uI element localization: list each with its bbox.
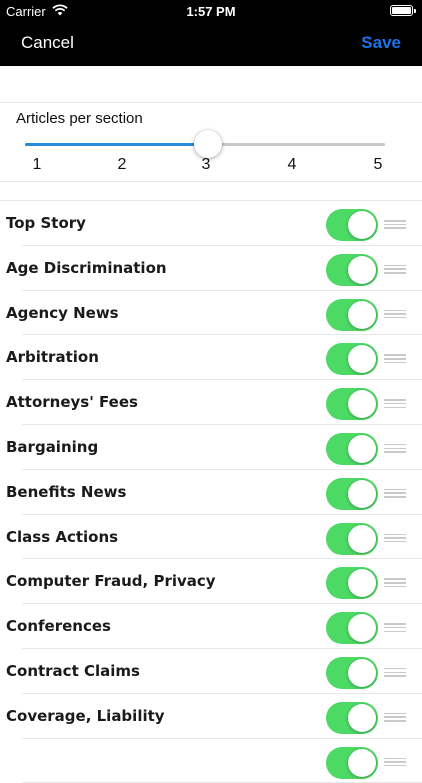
section-row: Computer Fraud, Privacy bbox=[0, 559, 422, 605]
section-label: Bargaining bbox=[6, 437, 99, 456]
reorder-handle-icon[interactable] bbox=[384, 623, 406, 633]
reorder-handle-icon[interactable] bbox=[384, 443, 406, 453]
reorder-handle-icon[interactable] bbox=[384, 488, 406, 498]
slider-tick-label: 2 bbox=[117, 156, 127, 173]
slider-tick-label: 5 bbox=[373, 156, 383, 173]
section-toggle[interactable] bbox=[326, 253, 378, 286]
section-toggle[interactable] bbox=[326, 656, 378, 689]
section-row: Age Discrimination bbox=[0, 246, 422, 291]
section-row: Agency News bbox=[0, 291, 422, 336]
section-label: Computer Fraud, Privacy bbox=[6, 572, 216, 591]
reorder-handle-icon[interactable] bbox=[384, 309, 406, 319]
section-row: Benefits News bbox=[0, 470, 422, 515]
section-label: Top Story bbox=[6, 214, 86, 232]
battery-icon bbox=[390, 5, 416, 16]
toggle-knob bbox=[348, 658, 376, 687]
section-label: Attorneys' Fees bbox=[6, 393, 138, 412]
reorder-handle-icon[interactable] bbox=[384, 220, 406, 229]
section-label: Class Actions bbox=[6, 527, 119, 546]
section-spacer bbox=[0, 66, 422, 103]
section-row: Top Story bbox=[0, 201, 422, 246]
toggle-knob bbox=[348, 614, 376, 643]
slider-tick-label: 1 bbox=[32, 156, 42, 173]
toggle-knob bbox=[348, 255, 376, 284]
section-toggle[interactable] bbox=[326, 612, 378, 645]
section-toggle[interactable] bbox=[326, 477, 378, 510]
section-label: Age Discrimination bbox=[6, 258, 167, 277]
section-toggle[interactable] bbox=[326, 388, 378, 421]
reorder-handle-icon[interactable] bbox=[384, 578, 406, 588]
section-spacer bbox=[0, 182, 422, 201]
section-toggle[interactable] bbox=[326, 567, 378, 600]
toggle-knob bbox=[348, 479, 376, 508]
status-time: 1:57 PM bbox=[186, 4, 236, 19]
section-toggle[interactable] bbox=[326, 432, 378, 465]
reorder-handle-icon[interactable] bbox=[384, 712, 406, 722]
section-toggle[interactable] bbox=[326, 746, 378, 779]
section-label: Arbitration bbox=[6, 348, 99, 367]
section-toggle[interactable] bbox=[326, 209, 378, 241]
reorder-handle-icon[interactable] bbox=[384, 399, 406, 409]
section-row: Conferences bbox=[0, 604, 422, 649]
cancel-button[interactable]: Cancel bbox=[21, 33, 74, 53]
section-label: Conferences bbox=[6, 617, 111, 636]
toggle-knob bbox=[348, 748, 376, 777]
section-row: Class Actions bbox=[0, 515, 422, 560]
toggle-knob bbox=[348, 345, 376, 374]
section-label: Benefits News bbox=[6, 482, 127, 501]
toggle-knob bbox=[348, 569, 376, 598]
section-toggle[interactable] bbox=[326, 701, 378, 734]
section-toggle[interactable] bbox=[326, 522, 378, 555]
slider-track-fill bbox=[25, 143, 208, 146]
reorder-handle-icon[interactable] bbox=[384, 533, 406, 543]
reorder-handle-icon[interactable] bbox=[384, 667, 406, 677]
section-label: Agency News bbox=[6, 303, 119, 322]
reorder-handle-icon[interactable] bbox=[384, 264, 406, 274]
section-label: Contract Claims bbox=[6, 661, 140, 680]
save-button[interactable]: Save bbox=[361, 33, 401, 53]
navigation-bar: Cancel Save bbox=[0, 22, 422, 66]
toggle-knob bbox=[348, 390, 376, 419]
toggle-knob bbox=[348, 524, 376, 553]
articles-per-section-panel: Articles per section 1 2 3 4 5 bbox=[0, 103, 422, 182]
section-row bbox=[0, 739, 422, 783]
sections-list: Top Story Age Discrimination Agency News Ar… bbox=[0, 201, 422, 783]
status-bar: Carrier 1:57 PM bbox=[0, 0, 422, 22]
toggle-knob bbox=[348, 434, 376, 463]
toggle-knob bbox=[348, 211, 376, 239]
reorder-handle-icon[interactable] bbox=[384, 354, 406, 364]
slider-tick-label: 4 bbox=[287, 156, 297, 173]
slider-tick-label: 3 bbox=[201, 156, 211, 173]
section-row: Attorneys' Fees bbox=[0, 380, 422, 425]
reorder-handle-icon[interactable] bbox=[384, 757, 406, 767]
section-row: Coverage, Liability bbox=[0, 694, 422, 739]
section-toggle[interactable] bbox=[326, 343, 378, 376]
toggle-knob bbox=[348, 300, 376, 329]
slider-thumb[interactable] bbox=[193, 130, 222, 158]
section-toggle[interactable] bbox=[326, 298, 378, 331]
section-label: Coverage, Liability bbox=[6, 706, 165, 725]
toggle-knob bbox=[348, 703, 376, 732]
section-row: Bargaining bbox=[0, 425, 422, 470]
section-row: Arbitration bbox=[0, 335, 422, 381]
section-row: Contract Claims bbox=[0, 649, 422, 694]
articles-per-section-label: Articles per section bbox=[16, 110, 143, 127]
